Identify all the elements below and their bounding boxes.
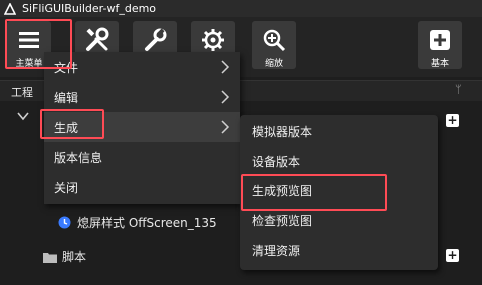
basic-label: 基本 [430,59,449,69]
add-script-button[interactable]: + [446,249,459,262]
chevron-right-icon [221,60,230,74]
tree-item-label: 脚本 [62,250,87,264]
gear-icon [200,27,226,53]
tree-item-label: 熄屏样式 OffScreen_135 [77,216,217,230]
zoom-label: 缩放 [264,59,283,69]
chevron-right-icon [221,120,230,134]
highlight-generate-preview [241,174,387,211]
chevron-right-icon [221,90,230,104]
menu-item-close[interactable]: 关闭 [44,172,240,202]
tree-item-scripts[interactable]: 脚本 [43,248,86,265]
submenu-item-check-preview[interactable]: 检查预览图 [252,212,312,229]
clock-icon [58,216,71,229]
menu-item-file[interactable]: 文件 [44,52,240,82]
menu-item-label: 编辑 [54,91,79,105]
basic-widgets-button[interactable]: 基本 [418,21,462,69]
highlight-generate [40,109,104,139]
panel-title: 工程 [11,86,33,99]
menu-item-label: 关闭 [54,181,79,195]
add-page-button[interactable]: + [446,114,459,127]
sifli-logo-icon [3,2,17,16]
tree-item-offscreen[interactable]: 熄屏样式 OffScreen_135 [58,214,217,231]
expand-chevron-icon[interactable] [16,109,30,123]
zoom-in-icon [262,27,286,53]
menu-item-label: 版本信息 [54,151,103,165]
add-box-icon [429,27,451,53]
menu-item-edit[interactable]: 编辑 [44,82,240,112]
menu-item-version-info[interactable]: 版本信息 [44,142,240,172]
title-bar: SiFliGUIBuilder-wf_demo [0,0,482,17]
window-title: SiFliGUIBuilder-wf_demo [22,2,157,15]
folder-icon [43,251,57,263]
tools-icon [84,27,110,53]
pin-icon[interactable]: ᛘ [455,83,462,96]
submenu-item-device[interactable]: 设备版本 [252,153,300,170]
submenu-item-clean-resources[interactable]: 清理资源 [252,242,300,259]
highlight-main-menu [5,19,72,69]
zoom-button[interactable]: 缩放 [252,21,296,69]
submenu-item-simulator[interactable]: 模拟器版本 [252,123,312,140]
wrench-icon [142,27,168,53]
